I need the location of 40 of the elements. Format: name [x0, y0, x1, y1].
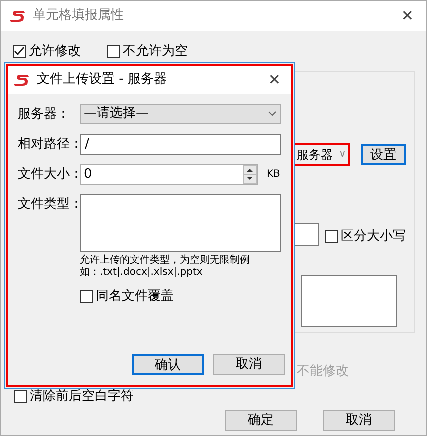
field-label: 文件类型：: [18, 196, 80, 214]
checkbox-label: 允许修改: [29, 43, 81, 61]
confirm-button[interactable]: 确认: [132, 354, 204, 375]
hint-text: 允许上传的文件类型，为空则无限制例如：.txt|.docx|.xlsx|.pptx: [80, 255, 251, 279]
file-type-field[interactable]: [80, 194, 281, 252]
logo-icon: [13, 73, 31, 87]
checkbox[interactable]: [13, 45, 26, 58]
checkbox[interactable]: [14, 390, 27, 404]
spinner-icon[interactable]: [243, 165, 257, 184]
field-label: 服务器：: [18, 106, 71, 124]
checkbox[interactable]: [107, 45, 120, 58]
field-label: 相对路径：: [18, 136, 80, 154]
checkbox[interactable]: [80, 290, 93, 304]
ok-button[interactable]: 确定: [225, 410, 297, 431]
cancel-button[interactable]: 取消: [213, 354, 285, 375]
checkbox-label: 同名文件覆盖: [96, 288, 174, 306]
cancel-button[interactable]: 取消: [323, 410, 395, 431]
dropdown-value: 服务器: [297, 146, 333, 164]
window-title: 单元格填报属性: [33, 7, 124, 26]
path-field[interactable]: /: [80, 134, 281, 155]
field-value: 0: [84, 166, 92, 184]
checkbox[interactable]: [325, 230, 338, 244]
server-dropdown[interactable]: 服务器 ∨: [293, 143, 350, 166]
input-field[interactable]: [294, 223, 319, 246]
unit-label: KB: [267, 168, 280, 182]
logo-icon: [9, 9, 27, 23]
dialog-title: 文件上传设置 - 服务器: [37, 71, 167, 90]
option-label: 不能修改: [297, 363, 349, 381]
close-button[interactable]: ✕: [397, 8, 418, 24]
caret-icon: ∨: [339, 147, 346, 162]
close-button[interactable]: ✕: [264, 72, 285, 88]
checkbox-label: 不允许为空: [123, 43, 188, 61]
text-area[interactable]: [301, 275, 397, 327]
size-field[interactable]: 0: [80, 164, 258, 185]
checkbox-label: 清除前后空白字符: [30, 388, 134, 406]
settings-button[interactable]: 设置: [361, 144, 406, 165]
select-value: —请选择—: [84, 105, 149, 124]
field-label: 文件大小：: [18, 166, 80, 184]
server-select[interactable]: —请选择—: [80, 104, 281, 124]
checkbox-label: 区分大小写: [341, 228, 406, 246]
